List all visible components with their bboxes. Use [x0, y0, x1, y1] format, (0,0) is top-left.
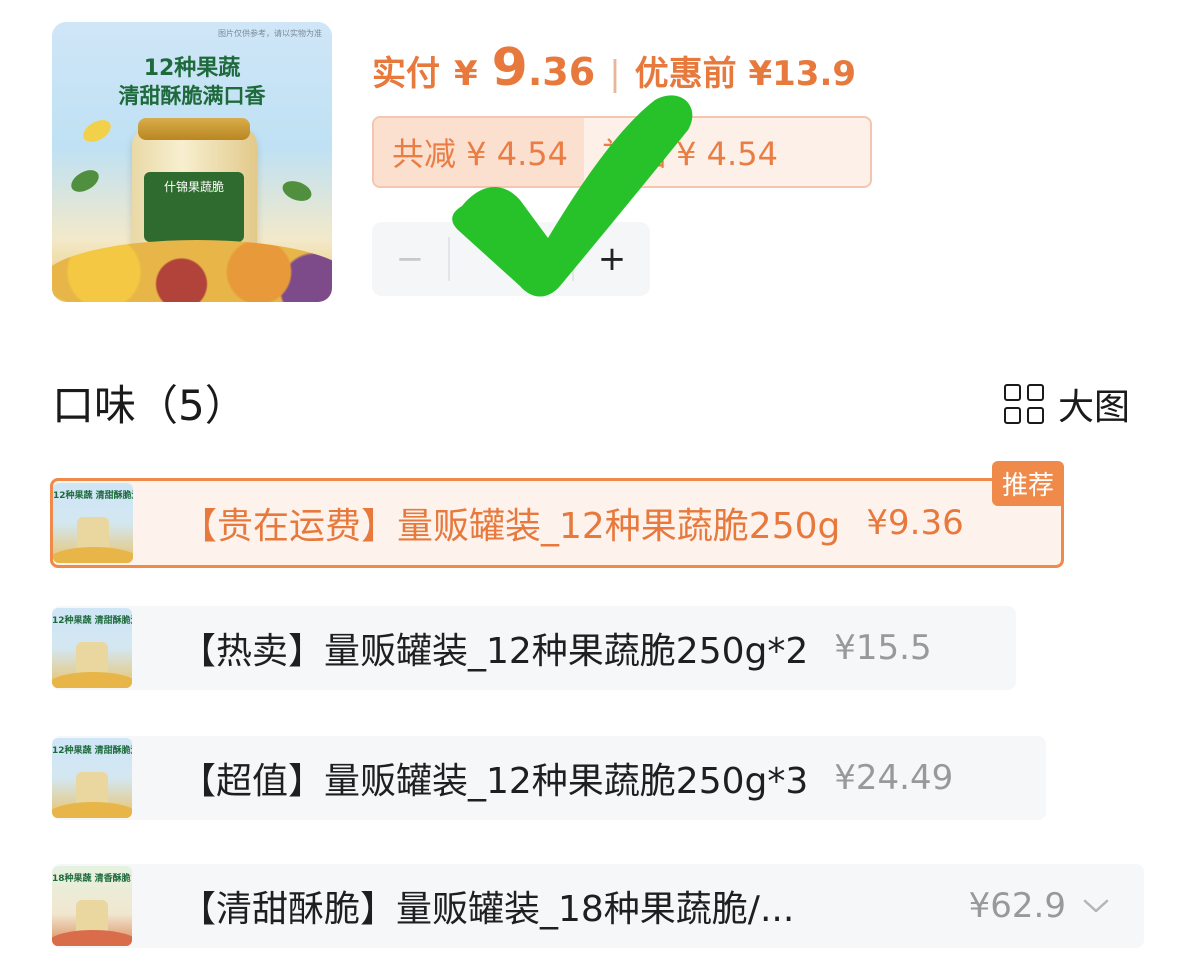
- flavor-section-title: 口味（5）: [52, 381, 247, 430]
- image-subtitle: 清甜酥脆满口香: [118, 84, 266, 108]
- recommend-badge: 推荐: [991, 461, 1064, 506]
- grid-view-icon: [1004, 384, 1044, 424]
- chevron-down-icon[interactable]: [1066, 898, 1126, 914]
- variant-label: 【超值】量贩罐装_12种果蔬脆250g*3: [180, 761, 809, 802]
- variant-price: ¥15.5: [834, 628, 932, 668]
- variant-price: ¥62.9: [968, 886, 1066, 926]
- variant-label: 【清甜酥脆】量贩罐装_18种果蔬脆/...: [180, 889, 795, 930]
- image-title: 12种果蔬: [143, 56, 241, 81]
- paid-label: 实付: [372, 54, 440, 94]
- variant-option[interactable]: 18种果蔬 清香酥脆 果香浓 【清甜酥脆】量贩罐装_18种果蔬脆/... ¥62…: [52, 864, 1144, 948]
- checkmark-icon: [452, 95, 693, 297]
- jar-lid: [138, 118, 250, 140]
- fruit-pile: [52, 240, 332, 302]
- variant-label: 【热卖】量贩罐装_12种果蔬脆250g*2: [180, 631, 809, 672]
- decrease-button[interactable]: −: [372, 222, 448, 296]
- large-image-label: 大图: [1058, 387, 1131, 428]
- fruit-chip-decoration: [79, 115, 115, 147]
- variant-option-selected[interactable]: 12种果蔬 清甜酥脆满口香 【贵在运费】量贩罐装_12种果蔬脆250g ¥9.3…: [50, 461, 1064, 568]
- jar-label: 什锦果蔬脆: [144, 172, 244, 242]
- variant-price: ¥9.36: [866, 503, 964, 543]
- variant-thumbnail: 12种果蔬 清甜酥脆满口香: [52, 608, 132, 688]
- leaf-decoration: [279, 177, 315, 205]
- variant-thumbnail: 12种果蔬 清甜酥脆满口香: [53, 483, 133, 563]
- variant-option[interactable]: 12种果蔬 清甜酥脆满口香 【热卖】量贩罐装_12种果蔬脆250g*2 ¥15.…: [52, 606, 1016, 690]
- variant-label: 【贵在运费】量贩罐装_12种果蔬脆250g: [181, 506, 841, 547]
- image-disclaimer: 图片仅供参考，请以实物为准: [218, 29, 322, 38]
- large-image-toggle[interactable]: 大图: [1004, 378, 1130, 430]
- variant-price: ¥24.49: [834, 758, 954, 798]
- product-image[interactable]: 图片仅供参考，请以实物为准 12种果蔬 清甜酥脆满口香 什锦果蔬脆: [52, 22, 332, 302]
- leaf-decoration: [67, 165, 103, 197]
- variant-thumbnail: 18种果蔬 清香酥脆 果香浓: [52, 866, 132, 946]
- variant-option[interactable]: 12种果蔬 清甜酥脆满口香 【超值】量贩罐装_12种果蔬脆250g*3 ¥24.…: [52, 736, 1046, 820]
- variant-thumbnail: 12种果蔬 清甜酥脆满口香: [52, 738, 132, 818]
